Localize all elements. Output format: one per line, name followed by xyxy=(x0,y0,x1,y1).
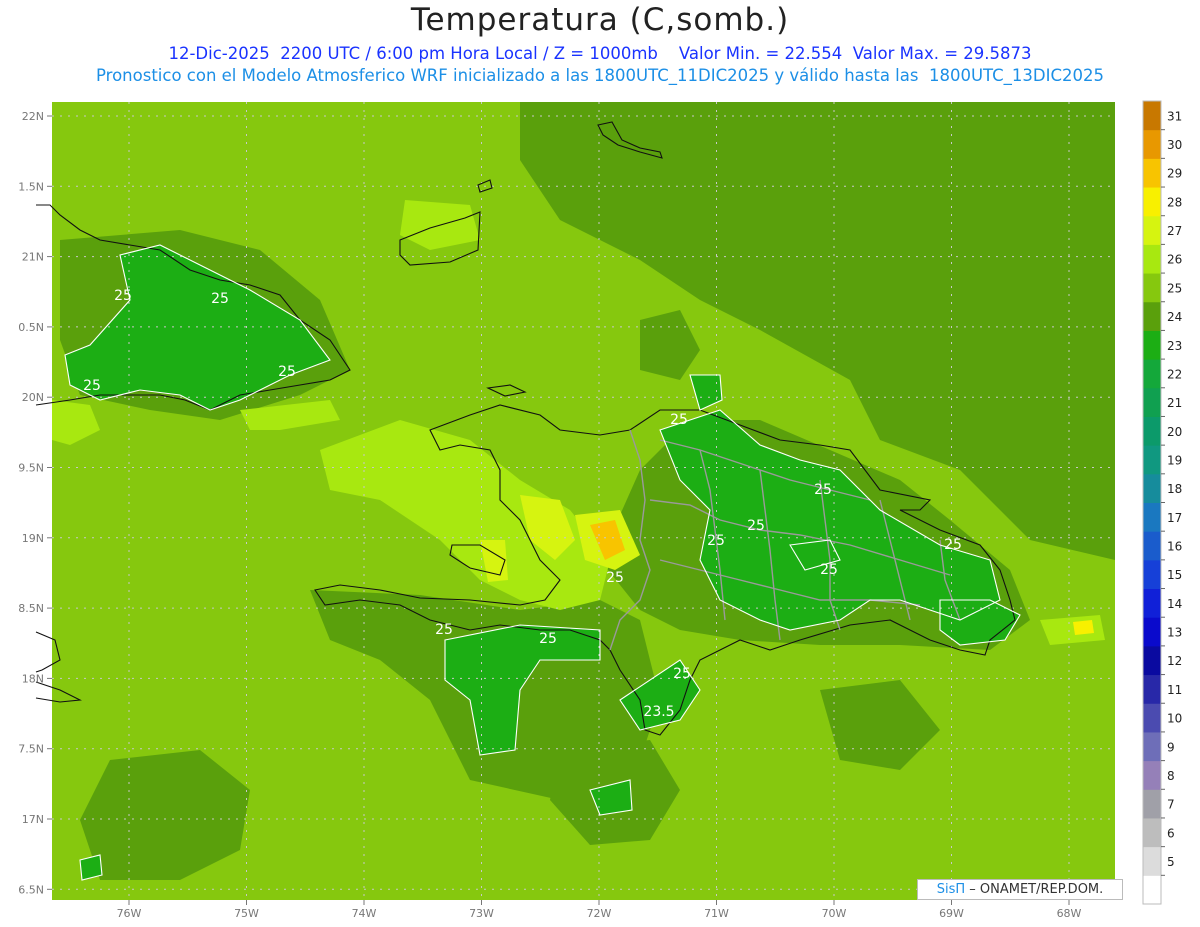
color-scale-swatch xyxy=(1143,817,1161,848)
temperature-map: 25 25 25 25 25 25 25 25 25 25 25 25 25 25 23.5 22N 1.5N… xyxy=(18,100,1182,920)
color-scale-swatch xyxy=(1143,617,1161,647)
color-scale-label: 21 xyxy=(1167,396,1182,410)
color-scale-label: 13 xyxy=(1167,626,1182,640)
color-scale-label: 8 xyxy=(1167,769,1175,783)
color-scale-swatch xyxy=(1143,215,1161,245)
lat-tick-label: 1.5N xyxy=(18,180,44,193)
color-scale-swatch xyxy=(1143,760,1161,790)
color-scale-swatch xyxy=(1143,875,1161,905)
color-scale-label: 23 xyxy=(1167,339,1182,353)
lat-tick-label: 8.5N xyxy=(18,602,44,615)
color-scale-label: 12 xyxy=(1167,654,1182,668)
contour-label: 25 xyxy=(670,412,688,428)
color-scale-label: 14 xyxy=(1167,597,1182,611)
temperature-field xyxy=(52,102,1115,900)
color-scale-swatch xyxy=(1143,473,1161,503)
contour-label: 25 xyxy=(435,622,453,638)
color-scale-label: 5 xyxy=(1167,855,1175,869)
color-scale-swatch xyxy=(1143,731,1161,762)
color-scale-swatch xyxy=(1143,846,1161,876)
color-scale-swatch xyxy=(1143,158,1161,188)
lat-tick-label: 19N xyxy=(22,532,44,545)
lat-tick-label: 17N xyxy=(22,813,44,826)
lon-tick-label: 73W xyxy=(469,907,494,920)
color-scale-label: 17 xyxy=(1167,511,1182,525)
color-scale-label: 18 xyxy=(1167,482,1182,496)
color-scale-label: 28 xyxy=(1167,195,1182,209)
color-scale-label: 16 xyxy=(1167,540,1182,554)
contour-label: 25 xyxy=(814,482,832,498)
color-scale-swatch xyxy=(1143,645,1161,676)
lat-tick-label: 21N xyxy=(22,251,44,264)
contour-label: 25 xyxy=(944,537,962,553)
color-scale-label: 11 xyxy=(1167,683,1182,697)
color-scale-label: 27 xyxy=(1167,224,1182,238)
color-scale-label: 25 xyxy=(1167,281,1182,295)
color-scale-swatch xyxy=(1143,445,1161,475)
lat-tick-label: 20N xyxy=(22,391,44,404)
contour-label: 25 xyxy=(673,666,691,682)
color-scale-label: 6 xyxy=(1167,826,1175,840)
lon-tick-label: 75W xyxy=(234,907,259,920)
color-scale-swatch xyxy=(1143,301,1161,331)
temp-band-28-29 xyxy=(1073,620,1094,635)
color-scale-swatch xyxy=(1143,674,1161,704)
color-scale-label: 22 xyxy=(1167,367,1182,381)
color-scale-bar: 5 6 7 8 9 10 11 12 13 14 15 16 17 18 19 20 21 22 23 24 25 26 2… xyxy=(1142,100,1182,905)
color-scale-swatch xyxy=(1143,588,1161,618)
color-scale-label: 30 xyxy=(1167,138,1182,152)
lat-tick-label: 9.5N xyxy=(18,462,44,475)
credit-sis: SisΠ xyxy=(936,882,966,897)
color-scale-label: 31 xyxy=(1167,109,1182,123)
color-scale-label: 19 xyxy=(1167,453,1182,467)
color-scale-label: 9 xyxy=(1167,740,1175,754)
color-scale-label: 20 xyxy=(1167,425,1182,439)
credit-box: SisΠ – ONAMET/REP.DOM. xyxy=(917,879,1123,900)
color-scale-label: 29 xyxy=(1167,167,1182,181)
lon-tick-label: 71W xyxy=(704,907,729,920)
credit-text: – ONAMET/REP.DOM. xyxy=(965,882,1104,897)
lat-tick-label: 7.5N xyxy=(18,743,44,756)
contour-label: 25 xyxy=(211,291,229,307)
lon-tick-label: 68W xyxy=(1057,907,1082,920)
color-scale-label: 15 xyxy=(1167,568,1182,582)
color-scale-swatch xyxy=(1143,502,1161,532)
temp-band-27-28 xyxy=(1040,615,1105,645)
contour-label: 25 xyxy=(820,562,838,578)
color-scale-swatch xyxy=(1143,789,1161,819)
lon-tick-label: 70W xyxy=(822,907,847,920)
contour-label: 25 xyxy=(114,288,132,304)
contour-label: 25 xyxy=(83,378,101,394)
color-scale-swatch xyxy=(1143,244,1161,274)
color-scale-swatch xyxy=(1143,129,1161,159)
color-scale-swatch xyxy=(1143,359,1161,389)
color-scale-label: 7 xyxy=(1167,798,1175,812)
color-scale-swatch xyxy=(1143,273,1161,303)
contour-label: 23.5 xyxy=(643,704,674,720)
lat-tick-label: 6.5N xyxy=(18,883,44,896)
lat-tick-label: 18N xyxy=(22,672,44,685)
contour-label: 25 xyxy=(278,364,296,380)
color-scale-label: 24 xyxy=(1167,310,1182,324)
color-scale-swatch xyxy=(1143,101,1161,131)
color-scale-label: 10 xyxy=(1167,712,1182,726)
lon-tick-label: 69W xyxy=(939,907,964,920)
lon-tick-label: 76W xyxy=(117,907,142,920)
color-scale-label: 26 xyxy=(1167,253,1182,267)
color-scale-swatch xyxy=(1143,531,1161,561)
color-scale-swatch xyxy=(1143,187,1161,217)
lat-tick-label: 22N xyxy=(22,110,44,123)
contour-label: 25 xyxy=(707,533,725,549)
contour-label: 25 xyxy=(606,570,624,586)
lat-tick-label: 0.5N xyxy=(18,321,44,334)
lon-tick-label: 74W xyxy=(352,907,377,920)
contour-label: 25 xyxy=(539,631,557,647)
color-scale-swatch xyxy=(1143,559,1161,590)
color-scale-swatch xyxy=(1143,330,1161,360)
color-scale-swatch xyxy=(1143,416,1161,446)
contour-label: 25 xyxy=(747,518,765,534)
color-scale-swatch xyxy=(1143,703,1161,733)
lon-tick-label: 72W xyxy=(587,907,612,920)
color-scale-swatch xyxy=(1143,387,1161,417)
